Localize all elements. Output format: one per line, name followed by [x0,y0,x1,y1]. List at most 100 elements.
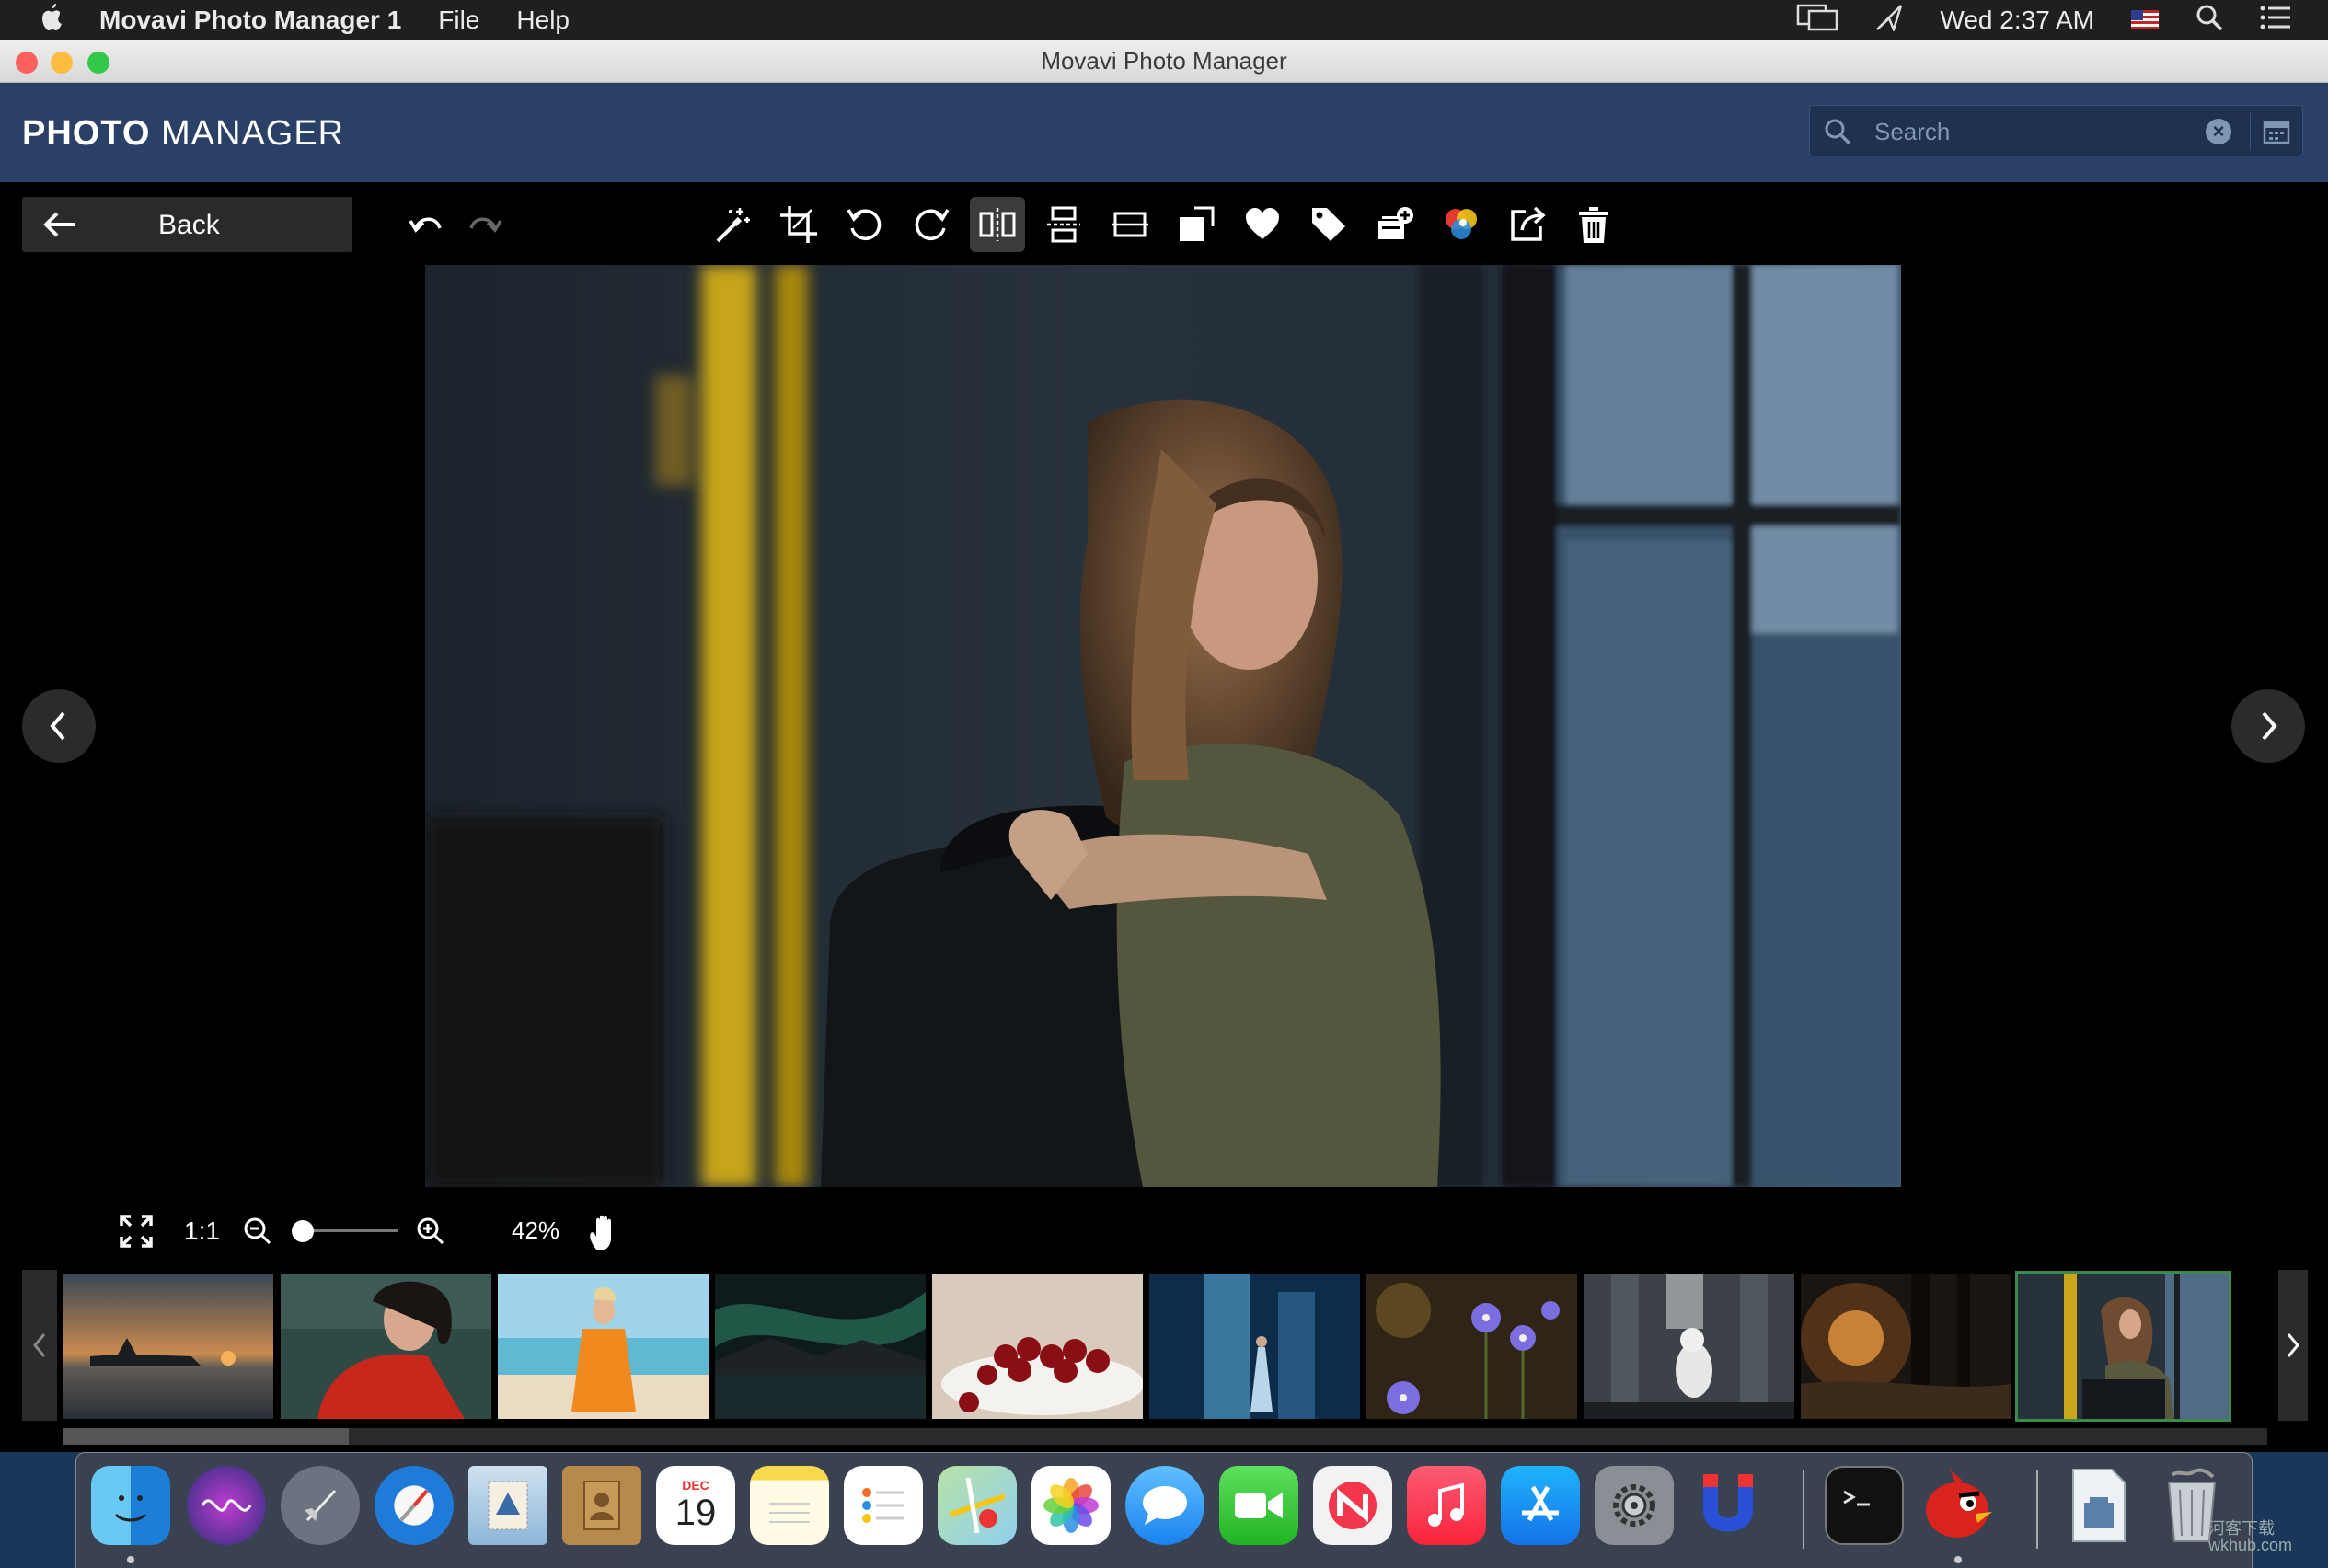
menu-app-name[interactable]: Movavi Photo Manager 1 [99,6,401,35]
previous-photo-button[interactable] [22,689,96,763]
filmstrip-scroll-left-button[interactable] [22,1270,57,1421]
thumbnail-purple-flowers[interactable] [1366,1274,1577,1419]
tag-button[interactable] [1301,197,1356,252]
apple-logo-icon[interactable] [24,2,79,39]
thumbnail-waterfall-woman[interactable] [1149,1274,1360,1419]
launchpad-icon[interactable] [281,1466,360,1545]
color-adjust-button[interactable] [1434,197,1489,252]
facetime-icon[interactable] [1219,1466,1298,1545]
maps-icon[interactable] [938,1466,1017,1545]
flip-horizontal-button[interactable] [970,197,1025,252]
favorite-button[interactable] [1235,197,1290,252]
magic-enhance-button[interactable] [705,197,760,252]
search-input[interactable] [1874,113,2150,150]
next-photo-button[interactable] [2231,689,2305,763]
search-box[interactable]: × [1809,105,2303,156]
search-icon [1825,119,1851,145]
window-minimize-button[interactable] [51,52,73,74]
input-source-flag-icon[interactable] [2131,6,2159,35]
back-button-label: Back [158,210,220,240]
zoom-out-icon[interactable] [243,1216,272,1246]
menu-help[interactable]: Help [516,6,570,35]
filmstrip-scrollbar[interactable] [63,1428,2267,1445]
thumbnail-white-dog-forest[interactable] [1584,1274,1794,1419]
crop-button[interactable] [771,197,826,252]
system-preferences-icon[interactable] [1595,1466,1674,1545]
back-button[interactable]: Back [22,197,352,252]
photos-icon[interactable] [1031,1466,1111,1545]
thumbnail-aurora-lake[interactable] [715,1274,926,1419]
chevron-left-icon [50,711,65,741]
fullscreen-icon[interactable] [118,1213,155,1250]
photo-viewer[interactable] [425,265,1901,1187]
rotate-right-icon [915,209,950,240]
thumbnail-woman-orange-dress-beach[interactable] [498,1274,709,1419]
mail-stamp-icon[interactable] [468,1466,547,1545]
rotate-left-button[interactable] [837,197,893,252]
magnet-icon[interactable] [1688,1466,1768,1545]
filmstrip-scrollbar-thumb[interactable] [63,1428,349,1445]
contacts-icon[interactable] [562,1466,641,1545]
delete-button[interactable] [1566,197,1621,252]
window-zoom-button[interactable] [87,52,109,74]
app-logo: PHOTO MANAGER [22,114,344,154]
undo-button[interactable] [399,197,455,252]
messages-icon[interactable] [1125,1466,1204,1545]
thumbnail-cherries-bowl[interactable] [932,1274,1143,1419]
window-close-button[interactable] [16,52,38,74]
finder-icon[interactable] [91,1466,170,1545]
clock[interactable]: Wed 2:37 AM [1940,6,2094,35]
resize-button[interactable] [1169,197,1224,252]
status-area: Wed 2:37 AM [1796,0,2328,40]
reminders-icon[interactable] [844,1466,923,1545]
airplay-location-icon[interactable] [1875,4,1903,38]
filmstrip-scroll-right-button[interactable] [2278,1270,2308,1421]
rotate-right-button[interactable] [904,197,959,252]
news-icon[interactable] [1313,1466,1392,1545]
zoom-percentage: 42% [512,1216,560,1244]
display-mirroring-icon[interactable] [1796,4,1838,38]
menu-bar: Movavi Photo Manager 1 File Help Wed 2:3… [0,0,2328,40]
calendar-filter-icon[interactable] [2263,119,2290,144]
window-title-bar: Movavi Photo Manager [0,40,2328,83]
music-icon[interactable] [1407,1466,1486,1545]
thumbnail-woman-red-dress[interactable] [281,1274,491,1419]
thumbnail-warship-at-sunset[interactable] [63,1274,273,1419]
actual-size-button[interactable]: 1:1 [184,1216,220,1246]
safari-icon[interactable] [375,1466,454,1545]
notes-icon[interactable] [750,1466,829,1545]
zoom-controls: 1:1 42% [0,1205,828,1257]
chevron-right-icon [2287,1333,2299,1357]
chevron-left-icon [33,1333,46,1357]
favorite-heart-icon [1246,208,1279,239]
resize-icon [1180,206,1215,241]
flip-vertical-button[interactable] [1036,197,1091,252]
menu-file[interactable]: File [438,6,479,35]
undo-icon [409,217,442,233]
redo-button[interactable] [456,197,512,252]
zoom-in-icon[interactable] [416,1216,445,1246]
angry-birds-icon[interactable] [1919,1466,1998,1545]
redo-icon [469,217,502,233]
thumbnail-forest-sunset[interactable] [1801,1274,2011,1419]
filmstrip [22,1270,2308,1422]
zoom-slider-handle[interactable] [291,1220,314,1242]
thumbnail-woman-on-bus[interactable] [2015,1271,2231,1422]
watermark-line1: 河客下载 [2208,1519,2275,1538]
add-to-album-icon [1378,207,1413,239]
app-store-icon[interactable] [1501,1466,1580,1545]
hand-pan-icon[interactable] [587,1213,622,1251]
preview-icon[interactable] [2058,1466,2138,1545]
notification-center-icon[interactable] [2260,5,2291,37]
app-header: PHOTO MANAGER × [0,83,2328,182]
siri-icon[interactable] [187,1466,266,1545]
straighten-button[interactable] [1102,197,1158,252]
dock: DEC 19 [75,1452,2253,1568]
spotlight-search-icon[interactable] [2195,4,2223,38]
add-to-album-button[interactable] [1367,197,1423,252]
share-icon [1511,206,1546,241]
calendar-icon[interactable]: DEC 19 [656,1466,735,1545]
clear-search-icon[interactable]: × [2206,119,2231,144]
share-button[interactable] [1500,197,1555,252]
terminal-icon[interactable] [1825,1466,1904,1545]
